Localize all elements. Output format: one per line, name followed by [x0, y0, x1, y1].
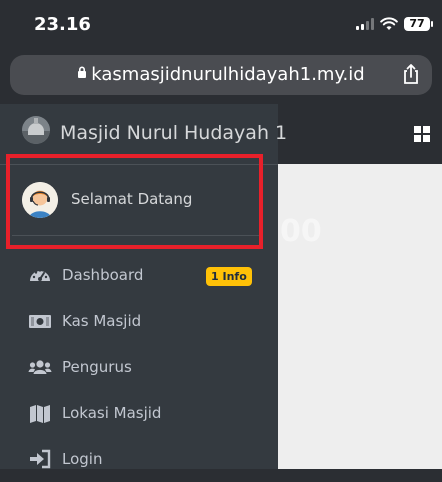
info-badge: 1 Info	[206, 267, 252, 286]
top-navbar	[278, 104, 442, 164]
brand-text: Masjid Nurul Hudayah 1	[60, 122, 288, 144]
sidebar-item-label: Lokasi Masjid	[62, 404, 162, 422]
address-bar[interactable]: kasmasjidnurulhidayah1.my.id	[10, 55, 432, 95]
url-text: kasmasjidnurulhidayah1.my.id	[91, 64, 365, 85]
sidebar-item-label: Dashboard	[62, 266, 144, 284]
grid-icon[interactable]	[414, 126, 430, 142]
sidebar-item-login[interactable]: Login	[0, 436, 278, 482]
status-icons: 77	[356, 17, 433, 31]
highlight-box	[6, 154, 263, 249]
wifi-icon	[380, 17, 398, 30]
money-bill-icon	[29, 315, 51, 328]
main-content: 00	[278, 104, 442, 469]
sidebar-item-dashboard[interactable]: Dashboard 1 Info	[0, 252, 278, 298]
sign-in-icon	[30, 449, 51, 469]
sidebar-item-lokasi-masjid[interactable]: Lokasi Masjid	[0, 390, 278, 436]
lock-icon	[77, 66, 87, 82]
map-icon	[30, 405, 50, 423]
tachometer-icon	[30, 269, 50, 281]
sidebar-item-label: Pengurus	[62, 358, 132, 376]
sidebar-item-kas-masjid[interactable]: Kas Masjid	[0, 298, 278, 344]
sidebar-item-pengurus[interactable]: Pengurus	[0, 344, 278, 390]
battery-icon: 77	[404, 17, 433, 31]
signal-icon	[356, 18, 374, 30]
info-box-value: 00	[280, 214, 322, 249]
sidebar-item-label: Login	[62, 450, 103, 468]
status-bar: 23.16 77	[0, 0, 442, 50]
share-icon[interactable]	[400, 63, 422, 85]
mosque-logo-icon	[22, 116, 50, 144]
sidebar-item-label: Kas Masjid	[62, 312, 142, 330]
users-icon	[28, 360, 52, 374]
status-time: 23.16	[34, 14, 91, 35]
